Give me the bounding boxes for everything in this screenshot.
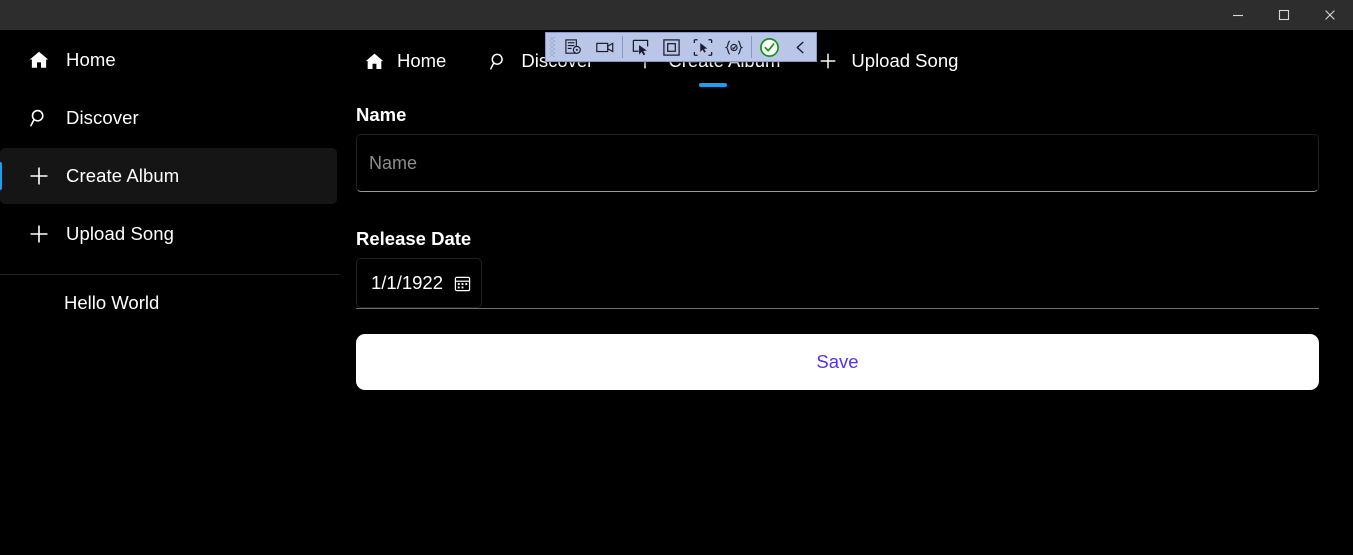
sidebar-item-discover[interactable]: Discover xyxy=(0,90,337,146)
minimize-button[interactable] xyxy=(1215,0,1261,30)
main-content: Home Discover Create A xyxy=(339,30,1353,555)
top-navigation-tabs: Home Discover Create A xyxy=(339,30,1353,92)
tab-upload-song[interactable]: Upload Song xyxy=(814,30,976,92)
check-circle-icon[interactable] xyxy=(754,33,785,61)
sidebar-item-upload-song[interactable]: Upload Song xyxy=(0,206,337,262)
camera-icon[interactable] xyxy=(589,33,620,61)
release-date-field-group: Release Date 1/1/1922 xyxy=(356,228,1342,309)
plus-icon xyxy=(814,47,842,75)
release-date-row: 1/1/1922 xyxy=(356,258,1319,309)
release-date-picker[interactable]: 1/1/1922 xyxy=(356,258,482,308)
maximize-button[interactable] xyxy=(1261,0,1307,30)
search-icon xyxy=(24,103,54,133)
home-icon xyxy=(24,45,54,75)
sidebar-item-label: Discover xyxy=(66,107,139,128)
plus-icon xyxy=(24,161,54,191)
release-date-label: Release Date xyxy=(356,228,472,249)
release-date-underline xyxy=(356,308,1319,309)
sidebar-item-label: Upload Song xyxy=(66,223,175,244)
release-date-value: 1/1/1922 xyxy=(371,272,444,293)
toolbar-separator xyxy=(751,36,752,58)
home-icon xyxy=(360,47,388,75)
name-input[interactable] xyxy=(356,134,1319,192)
element-picker-icon[interactable] xyxy=(687,33,718,61)
save-button[interactable]: Save xyxy=(356,334,1319,390)
chevron-left-icon[interactable] xyxy=(785,33,816,61)
sidebar-item-label: Home xyxy=(66,49,116,70)
window-titlebar xyxy=(0,0,1353,30)
name-field-group: Name xyxy=(356,104,1342,192)
frame-square-icon[interactable] xyxy=(656,33,687,61)
close-button[interactable] xyxy=(1307,0,1353,30)
drag-handle-icon[interactable] xyxy=(546,33,558,61)
sidebar-item-label: Hello World xyxy=(64,292,160,313)
name-label: Name xyxy=(356,104,407,125)
sidebar-item-home[interactable]: Home xyxy=(0,32,337,88)
create-album-form: Name Release Date 1/1/1922 xyxy=(339,104,1353,390)
toolbar-separator xyxy=(622,36,623,58)
navigation-sidebar: Home Discover Create Album Upload Song H… xyxy=(0,30,339,555)
live-property-explorer-icon[interactable] xyxy=(558,33,589,61)
debug-toolbar-overlay[interactable] xyxy=(545,32,817,62)
tab-home[interactable]: Home xyxy=(360,30,464,92)
sidebar-item-create-album[interactable]: Create Album xyxy=(0,148,337,204)
tab-label: Upload Song xyxy=(851,50,959,71)
app-window: Home Discover Create Album Upload Song H… xyxy=(0,0,1353,555)
tab-label: Home xyxy=(397,50,447,71)
pointer-select-icon[interactable] xyxy=(625,33,656,61)
sidebar-item-label: Create Album xyxy=(66,165,180,186)
calendar-icon xyxy=(453,274,471,292)
plus-icon xyxy=(24,219,54,249)
sidebar-item-hello-world[interactable]: Hello World xyxy=(0,275,339,331)
braces-check-icon[interactable] xyxy=(718,33,749,61)
search-icon xyxy=(484,47,512,75)
